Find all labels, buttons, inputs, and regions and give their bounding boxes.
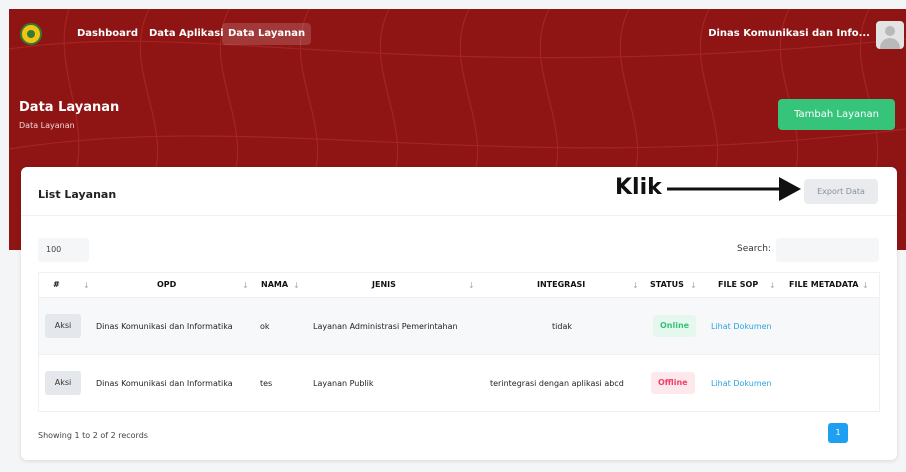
- nama-cell: ok: [260, 322, 270, 331]
- lihat-dokumen-link[interactable]: Lihat Dokumen: [711, 355, 772, 412]
- column-header-number[interactable]: #: [53, 273, 60, 297]
- sort-icon[interactable]: ↓: [83, 273, 90, 297]
- sort-icon[interactable]: ↓: [293, 273, 300, 297]
- column-header-nama[interactable]: NAMA: [261, 273, 288, 297]
- opd-cell: Dinas Komunikasi dan Informatika: [96, 322, 233, 331]
- layanan-card: List Layanan Klik Export Data 100 Search…: [21, 167, 897, 460]
- sort-icon[interactable]: ↓: [468, 273, 475, 297]
- status-badge: Online: [653, 315, 697, 337]
- sort-icon[interactable]: ↓: [769, 273, 776, 297]
- user-icon: [885, 26, 895, 36]
- column-header-file-sop[interactable]: FILE SOP: [718, 273, 758, 297]
- export-data-button[interactable]: Export Data: [804, 179, 878, 204]
- table-row: Aksi Dinas Komunikasi dan Informatika te…: [39, 354, 879, 411]
- aksi-button[interactable]: Aksi: [45, 314, 81, 338]
- nav-dashboard[interactable]: Dashboard: [71, 23, 144, 45]
- column-header-integrasi[interactable]: INTEGRASI: [537, 273, 585, 297]
- card-divider: [21, 215, 897, 216]
- table-row: Aksi Dinas Komunikasi dan Informatika ok…: [39, 297, 879, 354]
- avatar[interactable]: [876, 21, 904, 49]
- integrasi-cell: terintegrasi dengan aplikasi abcd: [490, 379, 624, 388]
- jenis-cell: Layanan Administrasi Pemerintahan: [313, 322, 458, 331]
- aksi-button[interactable]: Aksi: [45, 371, 81, 395]
- pagination-page-button[interactable]: 1: [828, 423, 848, 443]
- layanan-table: # ↓ OPD ↓ NAMA ↓ JENIS ↓ INTEGRASI ↓ STA…: [38, 272, 880, 412]
- sort-icon[interactable]: ↓: [690, 273, 697, 297]
- sort-icon[interactable]: ↓: [862, 273, 869, 297]
- jenis-cell: Layanan Publik: [313, 379, 374, 388]
- column-header-opd[interactable]: OPD: [157, 273, 176, 297]
- top-navbar: Dashboard Data Aplikasi Data Layanan Din…: [9, 9, 906, 59]
- add-layanan-button[interactable]: Tambah Layanan: [778, 99, 895, 130]
- nav-data-aplikasi[interactable]: Data Aplikasi: [143, 23, 230, 45]
- page-title: Data Layanan: [19, 100, 120, 115]
- annotation-label: Klik: [615, 175, 662, 200]
- search-label: Search:: [737, 244, 771, 254]
- page-length-select[interactable]: 100: [38, 238, 89, 262]
- arrow-right-icon: [667, 177, 801, 201]
- nama-cell: tes: [260, 379, 273, 388]
- sort-icon[interactable]: ↓: [632, 273, 639, 297]
- card-title: List Layanan: [38, 188, 117, 201]
- breadcrumb: Data Layanan: [19, 121, 75, 130]
- status-badge: Offline: [651, 372, 695, 394]
- lihat-dokumen-link[interactable]: Lihat Dokumen: [711, 298, 772, 355]
- column-header-status[interactable]: STATUS: [650, 273, 684, 297]
- records-info: Showing 1 to 2 of 2 records: [38, 431, 148, 440]
- sort-icon[interactable]: ↓: [242, 273, 249, 297]
- column-header-file-metadata[interactable]: FILE METADATA: [789, 273, 858, 297]
- integrasi-cell: tidak: [552, 322, 572, 331]
- nav-data-layanan[interactable]: Data Layanan: [222, 23, 312, 45]
- app-logo[interactable]: [20, 23, 42, 45]
- search-input[interactable]: [776, 238, 879, 262]
- user-name[interactable]: Dinas Komunikasi dan Info...: [708, 23, 870, 45]
- opd-cell: Dinas Komunikasi dan Informatika: [96, 379, 233, 388]
- column-header-jenis[interactable]: JENIS: [372, 273, 396, 297]
